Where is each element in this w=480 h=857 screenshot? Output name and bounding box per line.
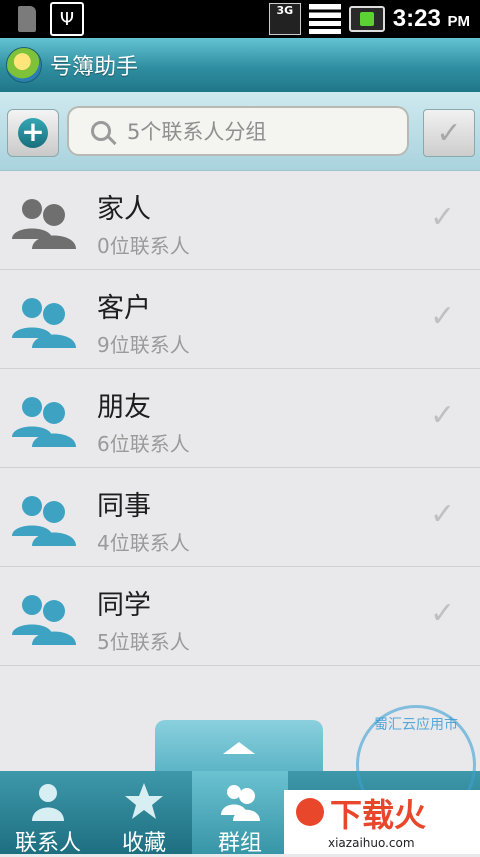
group-count: 4位联系人 — [97, 531, 190, 555]
select-checkbox-icon[interactable]: ✓ — [430, 299, 455, 334]
app-logo-icon — [6, 47, 42, 83]
group-people-icon — [12, 595, 76, 645]
list-item[interactable]: 朋友 6位联系人 ✓ — [0, 369, 480, 468]
list-item[interactable]: 家人 0位联系人 ✓ — [0, 171, 480, 270]
watermark-title: 下载火 — [330, 796, 427, 834]
select-checkbox-icon[interactable]: ✓ — [430, 200, 455, 235]
tab-label: 收藏 — [121, 831, 166, 856]
sd-card-icon — [18, 6, 36, 32]
tab-groups[interactable]: 群组 — [192, 771, 288, 856]
select-checkbox-icon[interactable]: ✓ — [430, 497, 455, 532]
watermark-url: xiazaihuo.com — [328, 836, 415, 850]
group-count: 5位联系人 — [97, 630, 190, 654]
group-people-icon — [12, 199, 76, 249]
watermark-banner: 下载火 xiazaihuo.com — [284, 790, 480, 854]
group-name: 客户 — [97, 293, 151, 324]
signal-icon — [308, 4, 341, 34]
group-list: 家人 0位联系人 ✓ 客户 9位联系人 ✓ 朋友 6位联系人 ✓ 同事 4位联系… — [0, 171, 480, 666]
group-icon — [221, 785, 260, 821]
checkmark-icon: ✓ — [436, 115, 462, 151]
group-people-icon — [12, 496, 76, 546]
group-name: 朋友 — [97, 392, 151, 423]
battery-icon — [348, 6, 385, 32]
clock: 3:23 PM — [392, 5, 470, 32]
tab-favorites[interactable]: 收藏 — [96, 771, 192, 856]
group-people-icon — [12, 397, 76, 447]
search-input[interactable]: 5个联系人分组 — [67, 106, 409, 156]
select-checkbox-icon[interactable]: ✓ — [430, 596, 455, 631]
tab-label: 群组 — [217, 831, 262, 856]
expand-handle[interactable] — [155, 720, 323, 776]
star-icon — [125, 783, 163, 819]
select-checkbox-icon[interactable]: ✓ — [430, 398, 455, 433]
select-all-button[interactable]: ✓ — [423, 109, 475, 157]
list-item[interactable]: 客户 9位联系人 ✓ — [0, 270, 480, 369]
toolbar: + 5个联系人分组 ✓ — [0, 92, 480, 171]
list-item[interactable]: 同事 4位联系人 ✓ — [0, 468, 480, 567]
contact-icon — [32, 784, 64, 821]
group-count: 9位联系人 — [97, 333, 190, 357]
search-placeholder: 5个联系人分组 — [127, 120, 267, 144]
group-name: 同事 — [97, 491, 151, 522]
usb-icon: Ψ — [50, 2, 84, 36]
list-item[interactable]: 同学 5位联系人 ✓ — [0, 567, 480, 666]
group-name: 同学 — [97, 590, 151, 621]
add-group-button[interactable]: + — [7, 109, 59, 157]
status-bar: Ψ 3G 3:23 PM — [0, 0, 480, 38]
group-people-icon — [12, 298, 76, 348]
network-3g-icon: 3G — [268, 3, 301, 35]
title-bar: 号簿助手 — [0, 38, 480, 92]
app-title: 号簿助手 — [50, 55, 139, 80]
group-name: 家人 — [97, 194, 151, 225]
tab-label: 联系人 — [14, 831, 81, 856]
group-count: 6位联系人 — [97, 432, 190, 456]
arrow-up-icon — [223, 742, 255, 754]
search-icon — [91, 121, 111, 141]
plus-icon: + — [18, 118, 48, 148]
watermark-logo-icon — [296, 798, 324, 826]
tab-contacts[interactable]: 联系人 — [0, 771, 96, 856]
group-count: 0位联系人 — [97, 234, 190, 258]
